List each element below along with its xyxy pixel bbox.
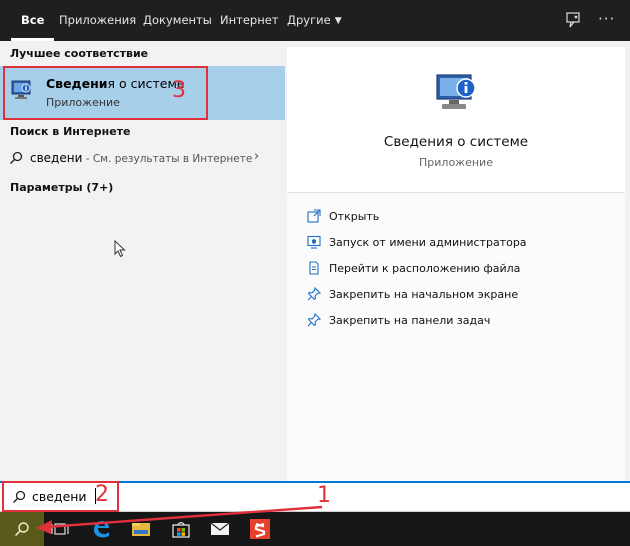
app-kind: Приложение xyxy=(419,156,493,169)
annotation-label-1: 1 xyxy=(317,483,331,508)
task-view-icon xyxy=(51,523,69,535)
action-run-as-admin-label: Запуск от имени администратора xyxy=(329,236,527,249)
taskbar-search-button[interactable] xyxy=(0,512,44,546)
annotation-label-2: 2 xyxy=(95,482,109,507)
sublime-text-button[interactable] xyxy=(240,512,280,546)
web-search-header: Поиск в Интернете xyxy=(10,125,131,138)
mail-icon xyxy=(210,522,230,535)
action-open-file-location-label: Перейти к расположению файла xyxy=(329,262,521,275)
web-search-item[interactable]: сведени - См. результаты в Интернете › xyxy=(0,147,285,171)
tab-other-label: Другие xyxy=(287,13,331,27)
app-name: Сведения о системе xyxy=(383,134,529,150)
system-info-large-icon xyxy=(433,71,481,115)
web-query-hint: - См. результаты в Интернете xyxy=(82,153,253,165)
edge-button[interactable] xyxy=(81,512,121,546)
tab-all[interactable]: Все xyxy=(10,0,55,41)
search-icon xyxy=(9,151,23,165)
task-view-button[interactable] xyxy=(40,512,80,546)
web-search-query: сведени - См. результаты в Интернете xyxy=(30,151,252,165)
details-panel: Сведения о системе Приложение Открыть За… xyxy=(287,47,625,481)
action-pin-to-taskbar[interactable]: Закрепить на панели задач xyxy=(307,312,607,330)
app-preview: Сведения о системе Приложение xyxy=(287,47,625,193)
edge-icon xyxy=(94,521,109,538)
search-icon xyxy=(14,522,29,537)
pin-icon xyxy=(307,312,322,327)
folder-icon xyxy=(132,523,150,536)
action-pin-to-taskbar-label: Закрепить на панели задач xyxy=(329,314,491,327)
tab-apps[interactable]: Приложения xyxy=(59,0,136,41)
action-open-label: Открыть xyxy=(329,210,380,223)
action-pin-to-start[interactable]: Закрепить на начальном экране xyxy=(307,286,607,304)
tab-internet[interactable]: Интернет xyxy=(220,0,279,41)
file-location-icon xyxy=(307,261,321,275)
feedback-icon[interactable] xyxy=(565,11,583,29)
tab-other[interactable]: Другие ▼ xyxy=(287,0,342,41)
sublime-text-icon xyxy=(250,519,270,539)
filter-tab-bar: Все Приложения Документы Интернет Другие… xyxy=(0,0,630,41)
store-button[interactable] xyxy=(161,512,201,546)
settings-header[interactable]: Параметры (7+) xyxy=(10,181,113,194)
more-options-icon[interactable]: ··· xyxy=(598,10,616,28)
start-search-window: Все Приложения Документы Интернет Другие… xyxy=(0,0,630,546)
action-open[interactable]: Открыть xyxy=(307,208,607,226)
action-run-as-admin[interactable]: Запуск от имени администратора xyxy=(307,234,607,252)
tab-documents[interactable]: Документы xyxy=(143,0,212,41)
action-pin-to-start-label: Закрепить на начальном экране xyxy=(329,288,519,301)
best-match-header: Лучшее соответствие xyxy=(10,47,149,60)
action-open-file-location[interactable]: Перейти к расположению файла xyxy=(307,260,607,278)
caret-down-icon: ▼ xyxy=(334,16,342,26)
pin-icon xyxy=(307,286,322,301)
taskbar xyxy=(0,512,630,546)
mouse-cursor-icon xyxy=(114,239,126,261)
store-icon xyxy=(172,522,190,538)
web-query-text: сведени xyxy=(30,151,83,165)
annotation-label-3: 3 xyxy=(172,78,186,103)
admin-icon xyxy=(307,235,321,249)
chevron-right-icon[interactable]: › xyxy=(254,149,259,164)
open-icon xyxy=(307,209,321,223)
mail-button[interactable] xyxy=(200,512,240,546)
file-explorer-button[interactable] xyxy=(121,512,161,546)
